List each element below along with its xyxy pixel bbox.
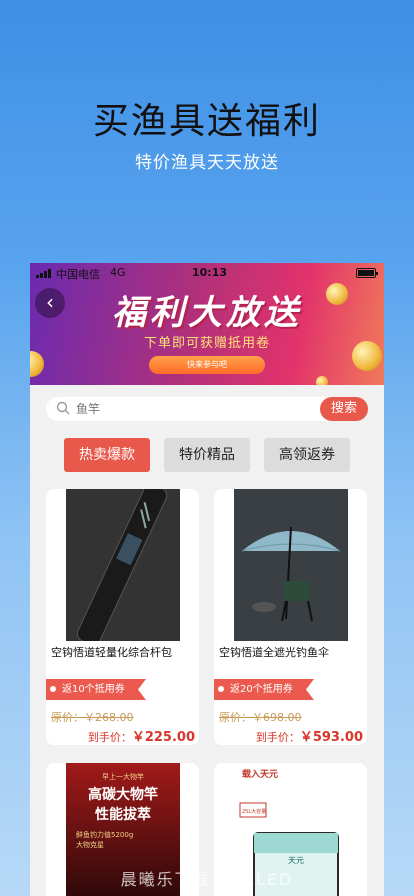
original-price: 原价：￥698.00: [219, 711, 302, 724]
banner-title: 福利大放送: [112, 293, 302, 333]
product-title: 空钩悟道轻量化综合杆包: [51, 646, 172, 659]
final-price-label: 到手价：: [87, 731, 132, 744]
phone-screenshot: 中国电信 4G 10:13 ‹ 福利大放送 下单即可获赠抵用卷 快来参与吧 搜索…: [30, 263, 384, 896]
hero-title: 买渔具送福利: [92, 101, 321, 142]
poster-capacity: 25L大容量: [242, 808, 266, 815]
battery-icon: [356, 268, 378, 278]
banner-subtitle: 下单即可获赠抵用卷: [143, 336, 270, 351]
join-button[interactable]: 快来参与吧: [149, 356, 265, 374]
tab-coupon[interactable]: 高领返券: [264, 438, 350, 472]
final-price: 到手价：￥225.00: [88, 726, 195, 745]
poster-headline-2: 性能拔萃: [95, 806, 151, 823]
carrier-label: 中国电信: [56, 268, 100, 281]
poster-headline: 高碳大物竿: [88, 786, 158, 803]
search-input[interactable]: [76, 397, 276, 421]
tab-special[interactable]: 特价精品: [164, 438, 250, 472]
poster-brand: 载入天元: [242, 768, 278, 780]
coin-decoration: [316, 376, 328, 385]
category-tabs: 热卖爆款 特价精品 高领返券: [64, 438, 354, 472]
product-card[interactable]: 空钩悟道全遮光钓鱼伞 返20个抵用券 原价：￥698.00 到手价：￥593.0…: [214, 489, 367, 745]
rod-bag-image: [66, 489, 180, 641]
product-title: 空钩悟道全遮光钓鱼伞: [219, 646, 329, 659]
coupon-tag: 返20个抵用券: [214, 679, 314, 700]
poster-spec-2: 大物克星: [76, 840, 104, 849]
product-card[interactable]: 空钩悟道轻量化综合杆包 返10个抵用券 原价：￥268.00 到手价：￥225.…: [46, 489, 199, 745]
watermark: 晨曦乐下载 · FXLED: [120, 870, 294, 889]
clock: 10:13: [192, 266, 228, 279]
umbrella-image: [234, 489, 348, 641]
coupon-tag: 返10个抵用券: [46, 679, 146, 700]
final-price-value: ￥225.00: [131, 730, 195, 745]
original-price: 原价：￥268.00: [51, 711, 134, 724]
hero-subtitle: 特价渔具天天放送: [135, 153, 279, 173]
tab-hot[interactable]: 热卖爆款: [64, 438, 150, 472]
search-button[interactable]: 搜索: [320, 397, 368, 421]
promo-banner: 中国电信 4G 10:13 ‹ 福利大放送 下单即可获赠抵用卷 快来参与吧: [30, 263, 384, 385]
search-bar: 搜索: [46, 397, 368, 421]
coin-decoration: [30, 351, 44, 377]
status-bar: 中国电信 4G 10:13: [30, 265, 384, 281]
final-price-value: ￥593.00: [299, 730, 363, 745]
final-price-label: 到手价：: [255, 731, 300, 744]
poster-tag: 早上一大物竿: [102, 772, 144, 781]
final-price: 到手价：￥593.00: [256, 726, 363, 745]
signal-icon: [36, 269, 52, 278]
network-label: 4G: [110, 266, 126, 279]
poster-spec: 鲜鱼钓力值5200g: [76, 830, 133, 839]
cooler-label: 天元: [288, 856, 304, 865]
search-icon: [56, 401, 70, 415]
